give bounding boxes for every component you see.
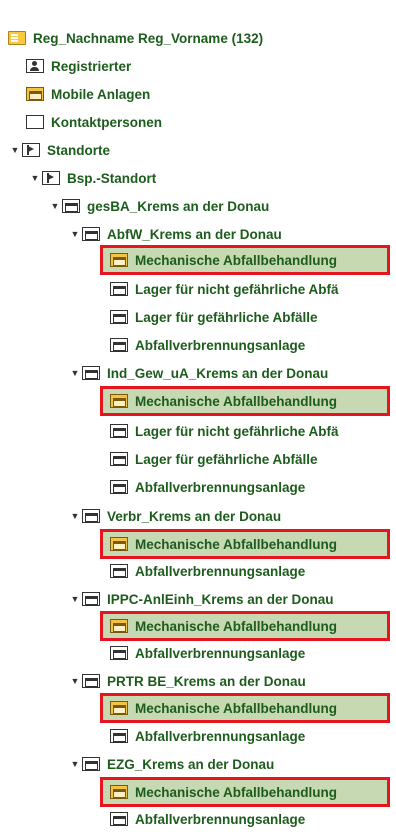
tree-leaf-label: Mechanische Abfallbehandlung xyxy=(135,536,338,552)
tree-leaf[interactable]: Abfallverbrennungsanlage xyxy=(110,808,305,830)
tree-leaf-label: Lager für gefährliche Abfälle xyxy=(135,309,318,325)
facility-icon xyxy=(82,674,100,688)
tree-item-registrierter[interactable]: Registrierter xyxy=(26,55,131,77)
tree-leaf[interactable]: Lager für nicht gefährliche Abfä xyxy=(110,420,339,442)
tree-leaf-label: Mechanische Abfallbehandlung xyxy=(135,784,338,800)
facility-icon xyxy=(110,564,128,578)
tree-leaf-label: Abfallverbrennungsanlage xyxy=(135,337,306,353)
tree-group-verbr[interactable]: ▼ Verbr_Krems an der Donau xyxy=(68,505,282,527)
facility-icon xyxy=(26,87,44,101)
tree-item-mobile-anlagen[interactable]: Mobile Anlagen xyxy=(26,83,150,105)
person-card-icon xyxy=(26,59,44,73)
tree-leaf-label: Mechanische Abfallbehandlung xyxy=(135,618,338,634)
expand-arrow-icon[interactable]: ▼ xyxy=(48,201,62,211)
tree-leaf[interactable]: Abfallverbrennungsanlage xyxy=(110,642,305,664)
expand-arrow-icon[interactable]: ▼ xyxy=(68,368,82,378)
tree-leaf-label: Mechanische Abfallbehandlung xyxy=(135,700,338,716)
tree-leaf[interactable]: Lager für nicht gefährliche Abfä xyxy=(110,278,339,300)
tree-root-register[interactable]: Reg_Nachname Reg_Vorname (132) xyxy=(8,27,263,49)
tree-group-label: Verbr_Krems an der Donau xyxy=(107,508,282,524)
tree-leaf-selected[interactable]: Mechanische Abfallbehandlung xyxy=(100,611,390,641)
tree-item-label: Standorte xyxy=(47,142,111,158)
facility-icon xyxy=(110,729,128,743)
facility-icon xyxy=(110,253,128,267)
tree-group-ippc[interactable]: ▼ IPPC-AnlEinh_Krems an der Donau xyxy=(68,588,334,610)
tree-leaf-label: Lager für gefährliche Abfälle xyxy=(135,451,318,467)
tree-leaf-label: Abfallverbrennungsanlage xyxy=(135,479,306,495)
tree-group-label: EZG_Krems an der Donau xyxy=(107,756,275,772)
tree-leaf-selected[interactable]: Mechanische Abfallbehandlung xyxy=(100,693,390,723)
tree-leaf[interactable]: Abfallverbrennungsanlage xyxy=(110,334,305,356)
register-icon xyxy=(8,31,26,45)
expand-arrow-icon[interactable]: ▼ xyxy=(28,173,42,183)
expand-arrow-icon[interactable]: ▼ xyxy=(8,145,22,155)
facility-icon xyxy=(82,227,100,241)
tree-leaf-label: Abfallverbrennungsanlage xyxy=(135,728,306,744)
tree-item-kontaktpersonen[interactable]: Kontaktpersonen xyxy=(26,111,162,133)
tree-leaf[interactable]: Lager für gefährliche Abfälle xyxy=(110,448,318,470)
expand-arrow-icon[interactable]: ▼ xyxy=(68,229,82,239)
tree-group-label: AbfW_Krems an der Donau xyxy=(107,226,282,242)
tree-leaf-label: Lager für nicht gefährliche Abfä xyxy=(135,281,339,297)
tree-group-ind-gew[interactable]: ▼ Ind_Gew_uA_Krems an der Donau xyxy=(68,362,329,384)
facility-icon xyxy=(82,757,100,771)
tree-leaf-label: Mechanische Abfallbehandlung xyxy=(135,252,338,268)
expand-arrow-icon[interactable]: ▼ xyxy=(68,511,82,521)
tree-item-label: Bsp.-Standort xyxy=(67,170,157,186)
facility-icon xyxy=(82,509,100,523)
tree-leaf-label: Abfallverbrennungsanlage xyxy=(135,645,306,661)
facility-icon xyxy=(82,366,100,380)
tree-group-ezg[interactable]: ▼ EZG_Krems an der Donau xyxy=(68,753,275,775)
tree-item-label: Kontaktpersonen xyxy=(51,114,163,130)
expand-arrow-icon[interactable]: ▼ xyxy=(68,594,82,604)
facility-icon xyxy=(110,282,128,296)
facility-icon xyxy=(110,619,128,633)
tree-group-prtr[interactable]: ▼ PRTR BE_Krems an der Donau xyxy=(68,670,306,692)
tree-leaf-selected[interactable]: Mechanische Abfallbehandlung xyxy=(100,245,390,275)
tree-leaf[interactable]: Lager für gefährliche Abfälle xyxy=(110,306,318,328)
tree-item-label: Mobile Anlagen xyxy=(51,86,151,102)
tree-group-abfw[interactable]: ▼ AbfW_Krems an der Donau xyxy=(68,223,282,245)
tree-leaf-selected[interactable]: Mechanische Abfallbehandlung xyxy=(100,386,390,416)
flag-icon xyxy=(22,143,40,157)
expand-arrow-icon[interactable]: ▼ xyxy=(68,676,82,686)
facility-icon xyxy=(110,812,128,826)
facility-icon xyxy=(110,785,128,799)
tree-item-bsp-standort[interactable]: ▼ Bsp.-Standort xyxy=(28,167,157,189)
facility-icon xyxy=(82,592,100,606)
tree-item-gesba[interactable]: ▼ gesBA_Krems an der Donau xyxy=(48,195,270,217)
flag-icon xyxy=(42,171,60,185)
tree-leaf[interactable]: Abfallverbrennungsanlage xyxy=(110,560,305,582)
tree-leaf-label: Lager für nicht gefährliche Abfä xyxy=(135,423,339,439)
tree-leaf[interactable]: Abfallverbrennungsanlage xyxy=(110,725,305,747)
tree-leaf[interactable]: Abfallverbrennungsanlage xyxy=(110,476,305,498)
tree-leaf-label: Abfallverbrennungsanlage xyxy=(135,563,306,579)
tree-item-standorte[interactable]: ▼ Standorte xyxy=(8,139,110,161)
facility-icon xyxy=(110,452,128,466)
tree-group-label: PRTR BE_Krems an der Donau xyxy=(107,673,306,689)
expand-arrow-icon[interactable]: ▼ xyxy=(68,759,82,769)
facility-icon xyxy=(110,537,128,551)
tree-leaf-label: Mechanische Abfallbehandlung xyxy=(135,393,338,409)
facility-icon xyxy=(110,310,128,324)
tree-group-label: Ind_Gew_uA_Krems an der Donau xyxy=(107,365,329,381)
facility-icon xyxy=(110,338,128,352)
facility-icon xyxy=(110,480,128,494)
facility-icon xyxy=(110,646,128,660)
facility-icon xyxy=(110,394,128,408)
tree-item-label: gesBA_Krems an der Donau xyxy=(87,198,270,214)
tree-item-label: Registrierter xyxy=(51,58,132,74)
tree-leaf-selected[interactable]: Mechanische Abfallbehandlung xyxy=(100,777,390,807)
tree-group-label: IPPC-AnlEinh_Krems an der Donau xyxy=(107,591,334,607)
facility-icon xyxy=(110,701,128,715)
navigation-tree: Reg_Nachname Reg_Vorname (132) Registrie… xyxy=(0,0,396,832)
tree-leaf-label: Abfallverbrennungsanlage xyxy=(135,811,306,827)
tree-leaf-selected[interactable]: Mechanische Abfallbehandlung xyxy=(100,529,390,559)
empty-box-icon xyxy=(26,115,44,129)
facility-icon xyxy=(62,199,80,213)
tree-root-label: Reg_Nachname Reg_Vorname (132) xyxy=(33,30,264,46)
facility-icon xyxy=(110,424,128,438)
